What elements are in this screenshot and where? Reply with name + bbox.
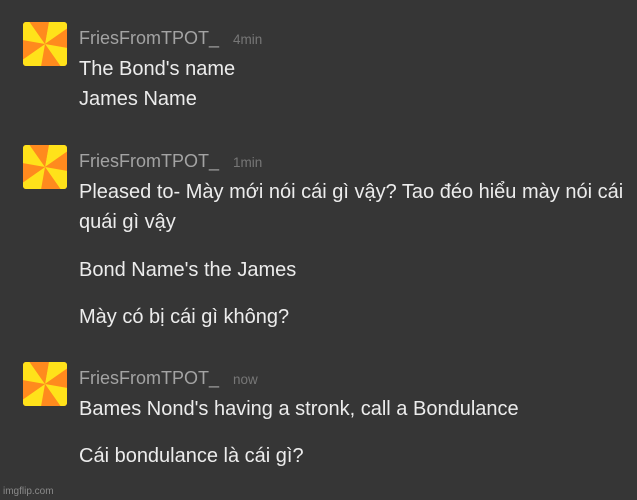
message-text: Bames Nond's having a stronk, call a Bon… [79, 398, 519, 420]
message-text: Bond Name's the James [79, 259, 297, 281]
username[interactable]: FriesFromTPOT_ [79, 151, 219, 171]
pinwheel-icon [23, 362, 67, 406]
timestamp: 1min [233, 155, 263, 170]
message-header: FriesFromTPOT_ 4min [79, 28, 262, 49]
timestamp: now [233, 372, 258, 387]
message-text: Mày có bị cái gì không? [79, 306, 290, 328]
message-text: The Bond's name James Name [79, 58, 236, 110]
pinwheel-icon [23, 145, 67, 189]
avatar[interactable] [23, 362, 67, 406]
message-text: Pleased to- Mày mới nói cái gì vậy? Tao … [79, 181, 624, 233]
watermark: imgflip.com [3, 486, 54, 497]
avatar[interactable] [23, 22, 67, 66]
pinwheel-icon [23, 22, 67, 66]
username[interactable]: FriesFromTPOT_ [79, 28, 219, 48]
message-header: FriesFromTPOT_ 1min [79, 151, 262, 172]
timestamp: 4min [233, 32, 263, 47]
avatar[interactable] [23, 145, 67, 189]
message-header: FriesFromTPOT_ now [79, 368, 258, 389]
username[interactable]: FriesFromTPOT_ [79, 368, 219, 388]
message-text: Cái bondulance là cái gì? [79, 445, 304, 467]
